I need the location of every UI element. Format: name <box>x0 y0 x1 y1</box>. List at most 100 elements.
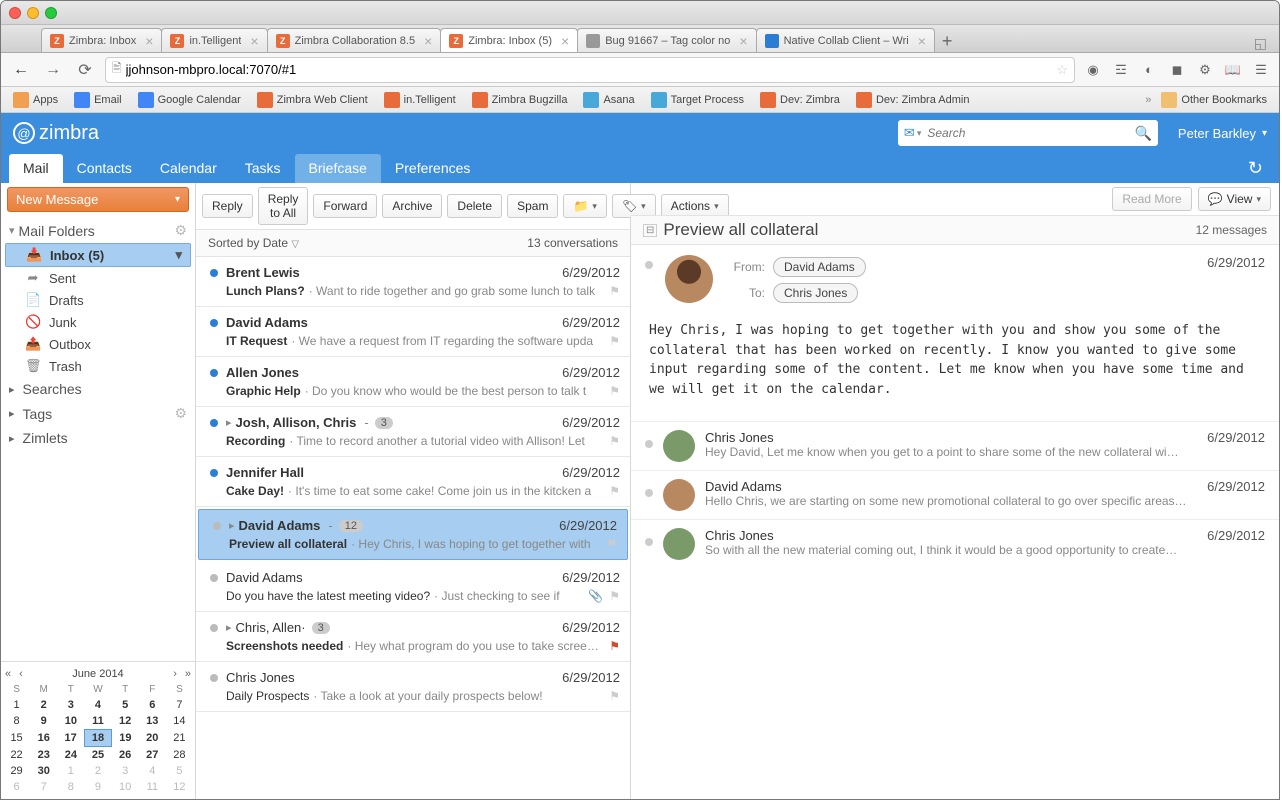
calendar-day[interactable]: 23 <box>30 747 57 764</box>
calendar-day[interactable]: 13 <box>139 713 166 730</box>
bookmark-item[interactable]: Asana <box>577 90 640 110</box>
conversation-item[interactable]: ▸ Chris, Allen· 3 6/29/2012 Screenshots … <box>196 612 630 662</box>
flag-icon[interactable]: ⚑ <box>609 589 620 603</box>
folder-trash[interactable]: 🗑Trash <box>1 355 195 377</box>
gear-icon[interactable]: ⚙ <box>174 222 187 239</box>
forward-button[interactable]: Forward <box>313 194 377 218</box>
site-info-icon[interactable]: 🖹 <box>112 59 122 80</box>
move-button[interactable]: 📁▾ <box>563 194 606 218</box>
calendar-day[interactable]: 2 <box>84 763 111 779</box>
calendar-day[interactable]: 30 <box>30 763 57 779</box>
thread-message[interactable]: Chris Jones So with all the new material… <box>631 519 1279 568</box>
calendar-day[interactable]: 29 <box>3 763 30 779</box>
calendar-day[interactable]: 28 <box>166 747 193 764</box>
archive-button[interactable]: Archive <box>382 194 442 218</box>
browser-tab[interactable]: Bug 91667 – Tag color no× <box>577 28 756 52</box>
tree-section[interactable]: ▸Tags⚙ <box>1 401 195 426</box>
close-tab-icon[interactable]: × <box>918 33 926 49</box>
to-contact[interactable]: Chris Jones <box>773 283 858 303</box>
folder-sent[interactable]: ➦Sent <box>1 267 195 289</box>
folder-outbox[interactable]: 📤Outbox <box>1 333 195 355</box>
collapse-icon[interactable]: ⊟ <box>643 224 657 237</box>
browser-tab[interactable]: ZZimbra Collaboration 8.5× <box>267 28 442 52</box>
calendar-day[interactable]: 5 <box>112 697 139 713</box>
cal-prev-year[interactable]: « <box>3 668 13 680</box>
calendar-day[interactable]: 15 <box>3 730 30 747</box>
calendar-day[interactable]: 24 <box>57 747 84 764</box>
close-window-button[interactable] <box>9 7 21 19</box>
zoom-window-button[interactable] <box>45 7 57 19</box>
extension-icon[interactable]: ◐ <box>1139 60 1159 80</box>
browser-tab[interactable]: Zin.Telligent× <box>161 28 267 52</box>
read-more-button[interactable]: Read More <box>1112 187 1191 211</box>
app-tab-tasks[interactable]: Tasks <box>231 154 295 183</box>
folder-drafts[interactable]: 📄Drafts <box>1 289 195 311</box>
gear-icon[interactable]: ⚙ <box>174 405 187 422</box>
extension-icon[interactable]: ☲ <box>1111 60 1131 80</box>
flag-icon[interactable]: ⚑ <box>609 284 620 298</box>
calendar-day[interactable]: 19 <box>112 730 139 747</box>
conversation-item[interactable]: Allen Jones 6/29/2012 Graphic Help · Do … <box>196 357 630 407</box>
browser-tab[interactable]: ZZimbra: Inbox× <box>41 28 162 52</box>
url-input[interactable] <box>126 62 1053 77</box>
calendar-day[interactable]: 3 <box>57 697 84 713</box>
calendar-day[interactable]: 9 <box>84 779 111 795</box>
extension-icon[interactable]: ⚙ <box>1195 60 1215 80</box>
search-box[interactable]: ✉ ▾ 🔍 <box>898 120 1158 146</box>
calendar-day[interactable]: 25 <box>84 747 111 764</box>
conversation-item[interactable]: Jennifer Hall 6/29/2012 Cake Day! · It's… <box>196 457 630 507</box>
calendar-day[interactable]: 1 <box>57 763 84 779</box>
back-button[interactable]: ← <box>9 58 33 82</box>
close-tab-icon[interactable]: × <box>145 33 153 49</box>
search-icon[interactable]: 🔍 <box>1134 125 1151 142</box>
reply-avatar[interactable] <box>663 528 695 560</box>
app-tab-mail[interactable]: Mail <box>9 154 63 183</box>
cal-prev-month[interactable]: ‹ <box>17 668 25 680</box>
calendar-day[interactable]: 17 <box>57 730 84 747</box>
calendar-day[interactable]: 27 <box>139 747 166 764</box>
calendar-day[interactable]: 11 <box>139 779 166 795</box>
calendar-day[interactable]: 1 <box>3 697 30 713</box>
flag-icon[interactable]: ⚑ <box>609 689 620 703</box>
app-tab-contacts[interactable]: Contacts <box>63 154 146 183</box>
chevron-down-icon[interactable]: ▾ <box>917 128 922 139</box>
calendar-day[interactable]: 14 <box>166 713 193 730</box>
calendar-day[interactable]: 4 <box>84 697 111 713</box>
bookmark-item[interactable]: Zimbra Web Client <box>251 90 374 110</box>
calendar-day[interactable]: 20 <box>139 730 166 747</box>
bookmark-item[interactable]: Email <box>68 90 128 110</box>
cal-next-year[interactable]: » <box>183 668 193 680</box>
flag-icon[interactable]: ⚑ <box>609 639 620 653</box>
calendar-day[interactable]: 4 <box>139 763 166 779</box>
conversation-item[interactable]: ▸ David Adams - 12 6/29/2012 Preview all… <box>198 509 628 560</box>
folder-inbox[interactable]: 📥Inbox (5)▾ <box>5 243 191 267</box>
chevron-down-icon[interactable]: ▾ <box>175 247 182 263</box>
flag-icon[interactable]: ⚑ <box>609 484 620 498</box>
delete-button[interactable]: Delete <box>447 194 502 218</box>
app-tab-briefcase[interactable]: Briefcase <box>295 154 381 183</box>
extension-icon[interactable]: ◼ <box>1167 60 1187 80</box>
new-tab-button[interactable]: + <box>934 31 961 52</box>
fullscreen-icon[interactable]: ◱ <box>1248 35 1273 52</box>
sender-avatar[interactable] <box>665 255 713 303</box>
conversation-item[interactable]: ▸ Josh, Allison, Chris - 3 6/29/2012 Rec… <box>196 407 630 457</box>
calendar-day[interactable]: 16 <box>30 730 57 747</box>
calendar-day[interactable]: 6 <box>139 697 166 713</box>
view-button[interactable]: 💬 View ▾ <box>1198 187 1271 211</box>
from-contact[interactable]: David Adams <box>773 257 866 277</box>
url-field[interactable]: 🖹 ☆ <box>105 57 1075 83</box>
calendar-day[interactable]: 12 <box>112 713 139 730</box>
close-tab-icon[interactable]: × <box>739 33 747 49</box>
bookmark-item[interactable]: Dev: Zimbra Admin <box>850 90 976 110</box>
calendar-day[interactable]: 6 <box>3 779 30 795</box>
bookmark-star-icon[interactable]: ☆ <box>1056 62 1068 78</box>
spam-button[interactable]: Spam <box>507 194 558 218</box>
calendar-day[interactable]: 8 <box>3 713 30 730</box>
conversation-item[interactable]: Brent Lewis 6/29/2012 Lunch Plans? · Wan… <box>196 257 630 307</box>
bookmark-item[interactable]: Dev: Zimbra <box>754 90 846 110</box>
close-tab-icon[interactable]: × <box>424 33 432 49</box>
reply-button[interactable]: Reply <box>202 194 253 218</box>
calendar-day[interactable]: 5 <box>166 763 193 779</box>
mail-folders-header[interactable]: ▾ Mail Folders ⚙ <box>1 218 195 243</box>
calendar-day[interactable]: 11 <box>84 713 111 730</box>
